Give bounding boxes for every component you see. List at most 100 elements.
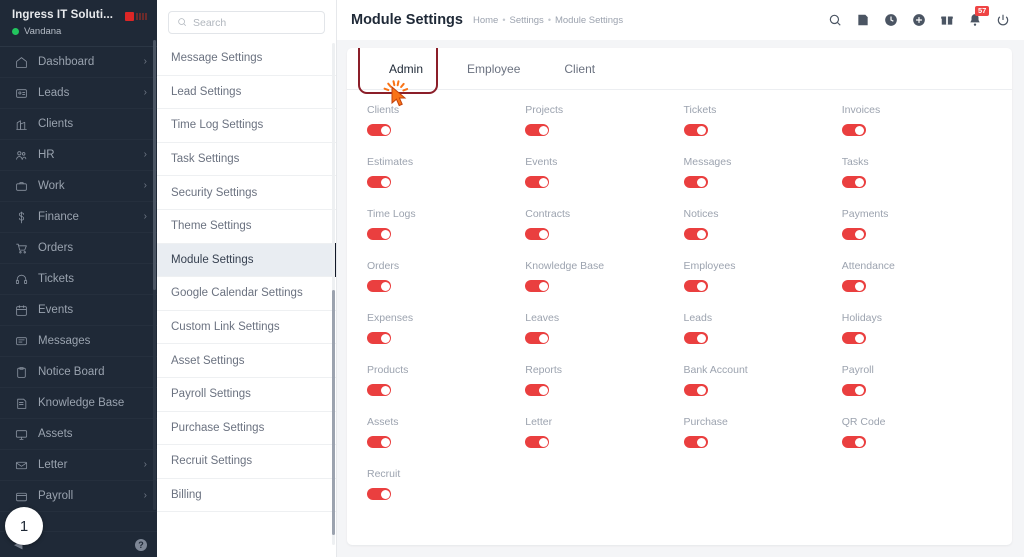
- settings-item-asset-settings[interactable]: Asset Settings: [157, 344, 336, 378]
- module-cell: Assets: [367, 416, 517, 457]
- module-toggle-orders[interactable]: [367, 280, 391, 292]
- module-toggle-products[interactable]: [367, 384, 391, 396]
- user-status: Vandana: [12, 26, 113, 37]
- breadcrumb-item[interactable]: Module Settings: [555, 15, 623, 26]
- book-icon: [14, 396, 28, 410]
- module-toggle-clients[interactable]: [367, 124, 391, 136]
- breadcrumb-item[interactable]: Home: [473, 15, 498, 26]
- module-toggle-projects[interactable]: [525, 124, 550, 136]
- gift-icon[interactable]: [940, 13, 954, 27]
- sidebar-item-label: Assets: [38, 428, 73, 440]
- modules-grid: Clients Projects Tickets Invoices Estimates E…: [367, 104, 992, 509]
- module-cell: Purchase: [683, 416, 834, 457]
- tab-employee[interactable]: Employee: [445, 48, 542, 89]
- sidebar-item-clients[interactable]: Clients: [0, 109, 157, 140]
- sidebar-item-hr[interactable]: HR ›: [0, 140, 157, 171]
- sidebar-item-notice-board[interactable]: Notice Board: [0, 357, 157, 388]
- module-label: Purchase: [683, 416, 728, 428]
- module-cell: Time Logs: [367, 208, 517, 249]
- sidebar-item-finance[interactable]: Finance ›: [0, 202, 157, 233]
- dollar-icon: [14, 210, 28, 224]
- module-toggle-payments[interactable]: [841, 228, 866, 240]
- settings-search-wrap: [157, 0, 336, 42]
- settings-item-theme-settings[interactable]: Theme Settings: [157, 210, 336, 244]
- module-toggle-leaves[interactable]: [525, 332, 550, 344]
- sidebar-item-events[interactable]: Events: [0, 295, 157, 326]
- module-label: Clients: [367, 104, 400, 116]
- settings-item-google-calendar-settings[interactable]: Google Calendar Settings: [157, 277, 336, 311]
- module-toggle-invoices[interactable]: [841, 124, 866, 136]
- module-toggle-attendance[interactable]: [841, 280, 866, 292]
- module-toggle-messages[interactable]: [683, 176, 708, 188]
- sidebar-item-messages[interactable]: Messages: [0, 326, 157, 357]
- sidebar-item-label: Tickets: [38, 273, 74, 285]
- settings-item-payroll-settings[interactable]: Payroll Settings: [157, 378, 336, 412]
- settings-search-box[interactable]: [168, 11, 325, 34]
- module-toggle-qr-code[interactable]: [841, 436, 866, 448]
- settings-item-purchase-settings[interactable]: Purchase Settings: [157, 412, 336, 446]
- module-label: Time Logs: [367, 208, 416, 220]
- brand-logo-bars: [136, 13, 147, 20]
- module-toggle-payroll[interactable]: [841, 384, 866, 396]
- sidebar-item-dashboard[interactable]: Dashboard ›: [0, 47, 157, 78]
- module-toggle-assets[interactable]: [367, 436, 391, 448]
- settings-item-recruit-settings[interactable]: Recruit Settings: [157, 445, 336, 479]
- sidebar-item-leads[interactable]: Leads ›: [0, 78, 157, 109]
- notification-badge: 57: [975, 6, 990, 16]
- module-toggle-events[interactable]: [525, 176, 550, 188]
- note-icon[interactable]: [856, 13, 870, 27]
- module-toggle-contracts[interactable]: [525, 228, 550, 240]
- settings-item-module-settings[interactable]: Module Settings: [157, 243, 336, 278]
- settings-item-custom-link-settings[interactable]: Custom Link Settings: [157, 311, 336, 345]
- module-toggle-tasks[interactable]: [841, 176, 866, 188]
- user-name: Vandana: [24, 26, 62, 37]
- module-toggle-leads[interactable]: [683, 332, 708, 344]
- module-label: Invoices: [841, 104, 881, 116]
- power-icon[interactable]: [996, 13, 1010, 27]
- settings-scrollbar-thumb[interactable]: [331, 290, 335, 535]
- settings-item-message-settings[interactable]: Message Settings: [157, 42, 336, 76]
- breadcrumb-item[interactable]: Settings: [509, 15, 543, 26]
- module-label: Events: [525, 156, 558, 168]
- bell-icon[interactable]: 57: [968, 6, 990, 27]
- module-cell: Products: [367, 364, 517, 405]
- plus-circle-icon[interactable]: [912, 13, 926, 27]
- settings-item-billing[interactable]: Billing: [157, 479, 336, 513]
- clock-icon[interactable]: [884, 13, 898, 27]
- sidebar-item-work[interactable]: Work ›: [0, 171, 157, 202]
- briefcase-icon: [14, 179, 28, 193]
- people-icon: [14, 148, 28, 162]
- module-toggle-holidays[interactable]: [841, 332, 866, 344]
- sidebar-item-assets[interactable]: Assets: [0, 419, 157, 450]
- module-cell: Invoices: [841, 104, 992, 145]
- sidebar-item-letter[interactable]: Letter ›: [0, 450, 157, 481]
- module-toggle-purchase[interactable]: [683, 436, 708, 448]
- settings-item-time-log-settings[interactable]: Time Log Settings: [157, 109, 336, 143]
- sidebar-item-orders[interactable]: Orders: [0, 233, 157, 264]
- module-toggle-bank-account[interactable]: [683, 384, 708, 396]
- module-toggle-reports[interactable]: [525, 384, 550, 396]
- module-toggle-employees[interactable]: [683, 280, 708, 292]
- module-toggle-notices[interactable]: [683, 228, 708, 240]
- module-toggle-estimates[interactable]: [367, 176, 391, 188]
- help-icon[interactable]: ?: [135, 538, 147, 551]
- sidebar-item-tickets[interactable]: Tickets: [0, 264, 157, 295]
- module-toggle-time-logs[interactable]: [367, 228, 391, 240]
- sidebar-scrollbar[interactable]: [153, 40, 156, 510]
- tab-client[interactable]: Client: [542, 48, 617, 89]
- search-icon[interactable]: [828, 13, 842, 27]
- module-toggle-expenses[interactable]: [367, 332, 391, 344]
- module-toggle-recruit[interactable]: [367, 488, 391, 500]
- settings-item-security-settings[interactable]: Security Settings: [157, 176, 336, 210]
- settings-search-input[interactable]: [193, 16, 316, 29]
- module-cell: Payroll: [841, 364, 992, 405]
- settings-item-task-settings[interactable]: Task Settings: [157, 143, 336, 177]
- module-toggle-knowledge-base[interactable]: [525, 280, 550, 292]
- settings-item-lead-settings[interactable]: Lead Settings: [157, 76, 336, 110]
- module-cell: Attendance: [841, 260, 992, 301]
- module-cell: Estimates: [367, 156, 517, 197]
- sidebar-item-knowledge-base[interactable]: Knowledge Base: [0, 388, 157, 419]
- module-toggle-letter[interactable]: [525, 436, 550, 448]
- tab-admin[interactable]: Admin: [367, 48, 445, 89]
- module-toggle-tickets[interactable]: [683, 124, 708, 136]
